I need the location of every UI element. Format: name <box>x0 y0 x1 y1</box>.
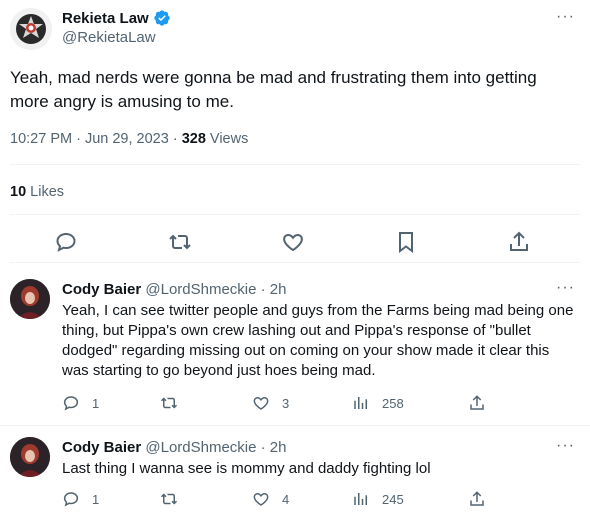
reply-header: Cody Baier @LordShmeckie · 2h <box>62 281 287 298</box>
reply-icon <box>63 492 79 507</box>
reply-button[interactable]: 1 <box>62 394 99 412</box>
retweet-button[interactable] <box>160 490 190 508</box>
reply-action-bar: 1 3 258 <box>62 394 582 414</box>
share-icon[interactable] <box>507 230 531 254</box>
views-count: 328 <box>181 131 206 147</box>
like-button[interactable]: 4 <box>252 490 289 508</box>
reply-icon <box>63 396 79 411</box>
divider <box>10 262 580 263</box>
likes-count: 10 <box>10 184 27 200</box>
more-options-icon[interactable]: ··· <box>556 279 575 297</box>
reply-header: Cody Baier @LordShmeckie · 2h <box>62 439 287 456</box>
more-options-icon[interactable]: ··· <box>556 437 575 455</box>
view-count: 258 <box>382 395 404 411</box>
view-count: 245 <box>382 491 404 507</box>
views-button[interactable]: 258 <box>352 394 404 412</box>
reply-author-handle[interactable]: @LordShmeckie · 2h <box>141 439 286 456</box>
likes-summary[interactable]: 10 Likes <box>10 184 64 200</box>
like-count: 4 <box>282 491 290 507</box>
share-button[interactable] <box>468 490 486 508</box>
avatar[interactable] <box>10 8 52 50</box>
like-count: 3 <box>282 395 290 411</box>
retweet-icon[interactable] <box>168 230 192 254</box>
author-handle[interactable]: @RekietaLaw <box>62 29 156 46</box>
avatar-image-icon <box>10 279 50 319</box>
share-icon <box>470 491 484 506</box>
like-heart-icon <box>253 396 269 410</box>
share-icon <box>470 395 484 410</box>
reply-text: Yeah, I can see twitter people and guys … <box>62 302 574 379</box>
tweet-timestamp-views: 10:27 PM · Jun 29, 2023 · 328 Views <box>10 131 248 147</box>
divider <box>10 164 580 165</box>
reply-action-bar: 1 4 245 <box>62 490 582 510</box>
analytics-bars-icon <box>354 397 367 409</box>
reply-text: Last thing I wanna see is mommy and dadd… <box>62 460 431 477</box>
reply-button[interactable]: 1 <box>62 490 99 508</box>
author-name[interactable]: Rekieta Law <box>62 9 171 27</box>
tweet-timestamp[interactable]: 10:27 PM · Jun 29, 2023 · <box>10 131 182 147</box>
analytics-bars-icon <box>354 493 367 505</box>
like-heart-icon <box>253 492 269 506</box>
reply-author-name[interactable]: Cody Baier <box>62 439 141 456</box>
reply-count: 1 <box>92 491 100 507</box>
like-heart-icon[interactable] <box>281 230 305 254</box>
views-button[interactable]: 245 <box>352 490 404 508</box>
reply-author-handle[interactable]: @LordShmeckie · 2h <box>141 281 286 298</box>
avatar[interactable] <box>10 437 50 477</box>
more-options-icon[interactable]: ··· <box>556 8 575 26</box>
reply-author-name[interactable]: Cody Baier <box>62 281 141 298</box>
avatar[interactable] <box>10 279 50 319</box>
share-button[interactable] <box>468 394 486 412</box>
seal-logo-icon <box>10 8 52 50</box>
retweet-button[interactable] <box>160 394 190 412</box>
retweet-icon <box>160 493 178 505</box>
bookmark-icon[interactable] <box>394 230 418 254</box>
retweet-icon <box>160 397 178 409</box>
like-button[interactable]: 3 <box>252 394 289 412</box>
divider <box>0 425 590 426</box>
views-label: Views <box>205 131 249 147</box>
verified-badge-icon <box>154 10 170 26</box>
tweet-action-bar <box>0 230 590 256</box>
avatar-image-icon <box>10 437 50 477</box>
tweet-text: Yeah, mad nerds were gonna be mad and fr… <box>10 68 537 111</box>
reply-count: 1 <box>92 395 100 411</box>
divider <box>10 214 580 215</box>
likes-label: Likes <box>26 184 65 200</box>
author-name-text[interactable]: Rekieta Law <box>62 10 149 27</box>
reply-icon[interactable] <box>54 230 78 254</box>
